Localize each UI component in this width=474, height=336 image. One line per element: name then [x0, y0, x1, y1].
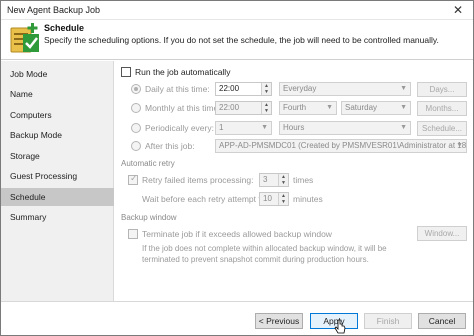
daily-radio[interactable]: [131, 84, 141, 94]
cancel-button[interactable]: Cancel: [418, 313, 466, 329]
retry-count-value: 3: [263, 175, 268, 184]
periodically-radio[interactable]: [131, 123, 141, 133]
months-button[interactable]: Months...: [417, 101, 467, 116]
close-icon[interactable]: ✕: [451, 3, 465, 17]
schedule-panel: Run the job automatically Daily at this …: [115, 61, 473, 301]
period-unit-select[interactable]: Hours ▼: [279, 121, 411, 135]
retry-checkbox[interactable]: ✓: [128, 173, 138, 185]
chevron-down-icon: ▼: [400, 124, 407, 131]
chevron-down-icon: ▼: [456, 142, 463, 149]
sidebar-item-job-mode[interactable]: Job Mode: [1, 65, 114, 83]
footer-divider: [1, 301, 473, 302]
monthly-week-select[interactable]: Fourth ▼: [279, 101, 337, 115]
backup-window-section-label: Backup window: [121, 213, 177, 222]
after-job-select[interactable]: APP-AD-PMSMDC01 (Created by PMSMVESR01\A…: [215, 139, 467, 153]
monthly-time-input[interactable]: 22:00 ▲ ▼: [215, 101, 272, 115]
mouse-pointer-icon: [334, 319, 346, 334]
wait-minutes-input[interactable]: 10 ▲ ▼: [259, 192, 289, 206]
finish-button[interactable]: Finish: [364, 313, 412, 329]
retry-count-spinner[interactable]: ▲ ▼: [278, 174, 288, 186]
retry-label: Retry failed items processing:: [142, 175, 254, 185]
after-job-value: APP-AD-PMSMDC01 (Created by PMSMVESR01\A…: [219, 141, 467, 150]
title-bar: New Agent Backup Job ✕: [1, 1, 473, 20]
daily-time-input[interactable]: 22:00 ▲ ▼: [215, 82, 272, 96]
period-value-select[interactable]: 1 ▼: [215, 121, 272, 135]
monthly-day-value: Saturday: [345, 103, 378, 112]
sidebar-item-schedule[interactable]: Schedule: [1, 188, 114, 206]
chevron-down-icon: ▼: [261, 124, 268, 131]
sidebar-item-guest-processing[interactable]: Guest Processing: [1, 167, 114, 185]
monthly-radio[interactable]: [131, 103, 141, 113]
sidebar-item-name[interactable]: Name: [1, 85, 114, 103]
daily-mode-select[interactable]: Everyday ▼: [279, 82, 411, 96]
periodically-label: Periodically every:: [145, 123, 214, 133]
previous-button[interactable]: < Previous: [255, 313, 303, 329]
backup-window-note-line1: If the job does not complete within allo…: [142, 244, 387, 253]
after-job-label: After this job:: [145, 141, 195, 151]
page-subtitle: Specify the scheduling options. If you d…: [44, 35, 439, 45]
run-automatically-checkbox[interactable]: [121, 67, 131, 77]
wait-minutes-spinner[interactable]: ▲ ▼: [278, 193, 288, 205]
daily-label: Daily at this time:: [145, 84, 210, 94]
monthly-label: Monthly at this time:: [145, 103, 221, 113]
backup-window-note-line2: terminated to prevent snapshot commit du…: [142, 255, 369, 264]
after-job-radio[interactable]: [131, 141, 141, 151]
retry-unit-label: times: [293, 175, 314, 185]
monthly-time-spinner[interactable]: ▲ ▼: [261, 102, 271, 114]
chevron-down-icon: ▼: [326, 104, 333, 111]
sidebar-item-computers[interactable]: Computers: [1, 106, 114, 124]
sidebar-item-backup-mode[interactable]: Backup Mode: [1, 126, 114, 144]
checkmark-icon: ✓: [130, 173, 138, 183]
window-title: New Agent Backup Job: [7, 5, 101, 15]
sidebar-item-storage[interactable]: Storage: [1, 147, 114, 165]
wait-unit-label: minutes: [293, 194, 323, 204]
wait-minutes-value: 10: [263, 194, 272, 203]
run-automatically-label: Run the job automatically: [135, 67, 231, 77]
terminate-job-checkbox[interactable]: [128, 229, 138, 239]
daily-time-value: 22:00: [219, 84, 240, 93]
chevron-down-icon: ▼: [400, 85, 407, 92]
window-button[interactable]: Window...: [417, 226, 467, 241]
automatic-retry-section-label: Automatic retry: [121, 159, 175, 168]
daily-mode-value: Everyday: [283, 84, 317, 93]
wizard-header: Schedule Specify the scheduling options.…: [1, 20, 473, 60]
wizard-window: New Agent Backup Job ✕ Schedule Specify …: [0, 0, 474, 336]
wizard-steps-sidebar: Job Mode Name Computers Backup Mode Stor…: [1, 61, 114, 301]
period-unit-value: Hours: [283, 123, 305, 132]
schedule-button[interactable]: Schedule...: [417, 121, 467, 136]
schedule-wizard-icon: [10, 23, 39, 53]
wait-label: Wait before each retry attempt for:: [142, 194, 271, 204]
retry-count-input[interactable]: 3 ▲ ▼: [259, 173, 289, 187]
sidebar-item-summary[interactable]: Summary: [1, 208, 114, 226]
period-value: 1: [219, 123, 224, 132]
terminate-job-label: Terminate job if it exceeds allowed back…: [142, 229, 332, 239]
chevron-down-icon: ▼: [400, 104, 407, 111]
monthly-time-value: 22:00: [219, 103, 240, 112]
days-button[interactable]: Days...: [417, 82, 467, 97]
page-title: Schedule: [44, 23, 85, 33]
monthly-week-value: Fourth: [283, 103, 307, 112]
daily-time-spinner[interactable]: ▲ ▼: [261, 83, 271, 95]
monthly-day-select[interactable]: Saturday ▼: [341, 101, 411, 115]
